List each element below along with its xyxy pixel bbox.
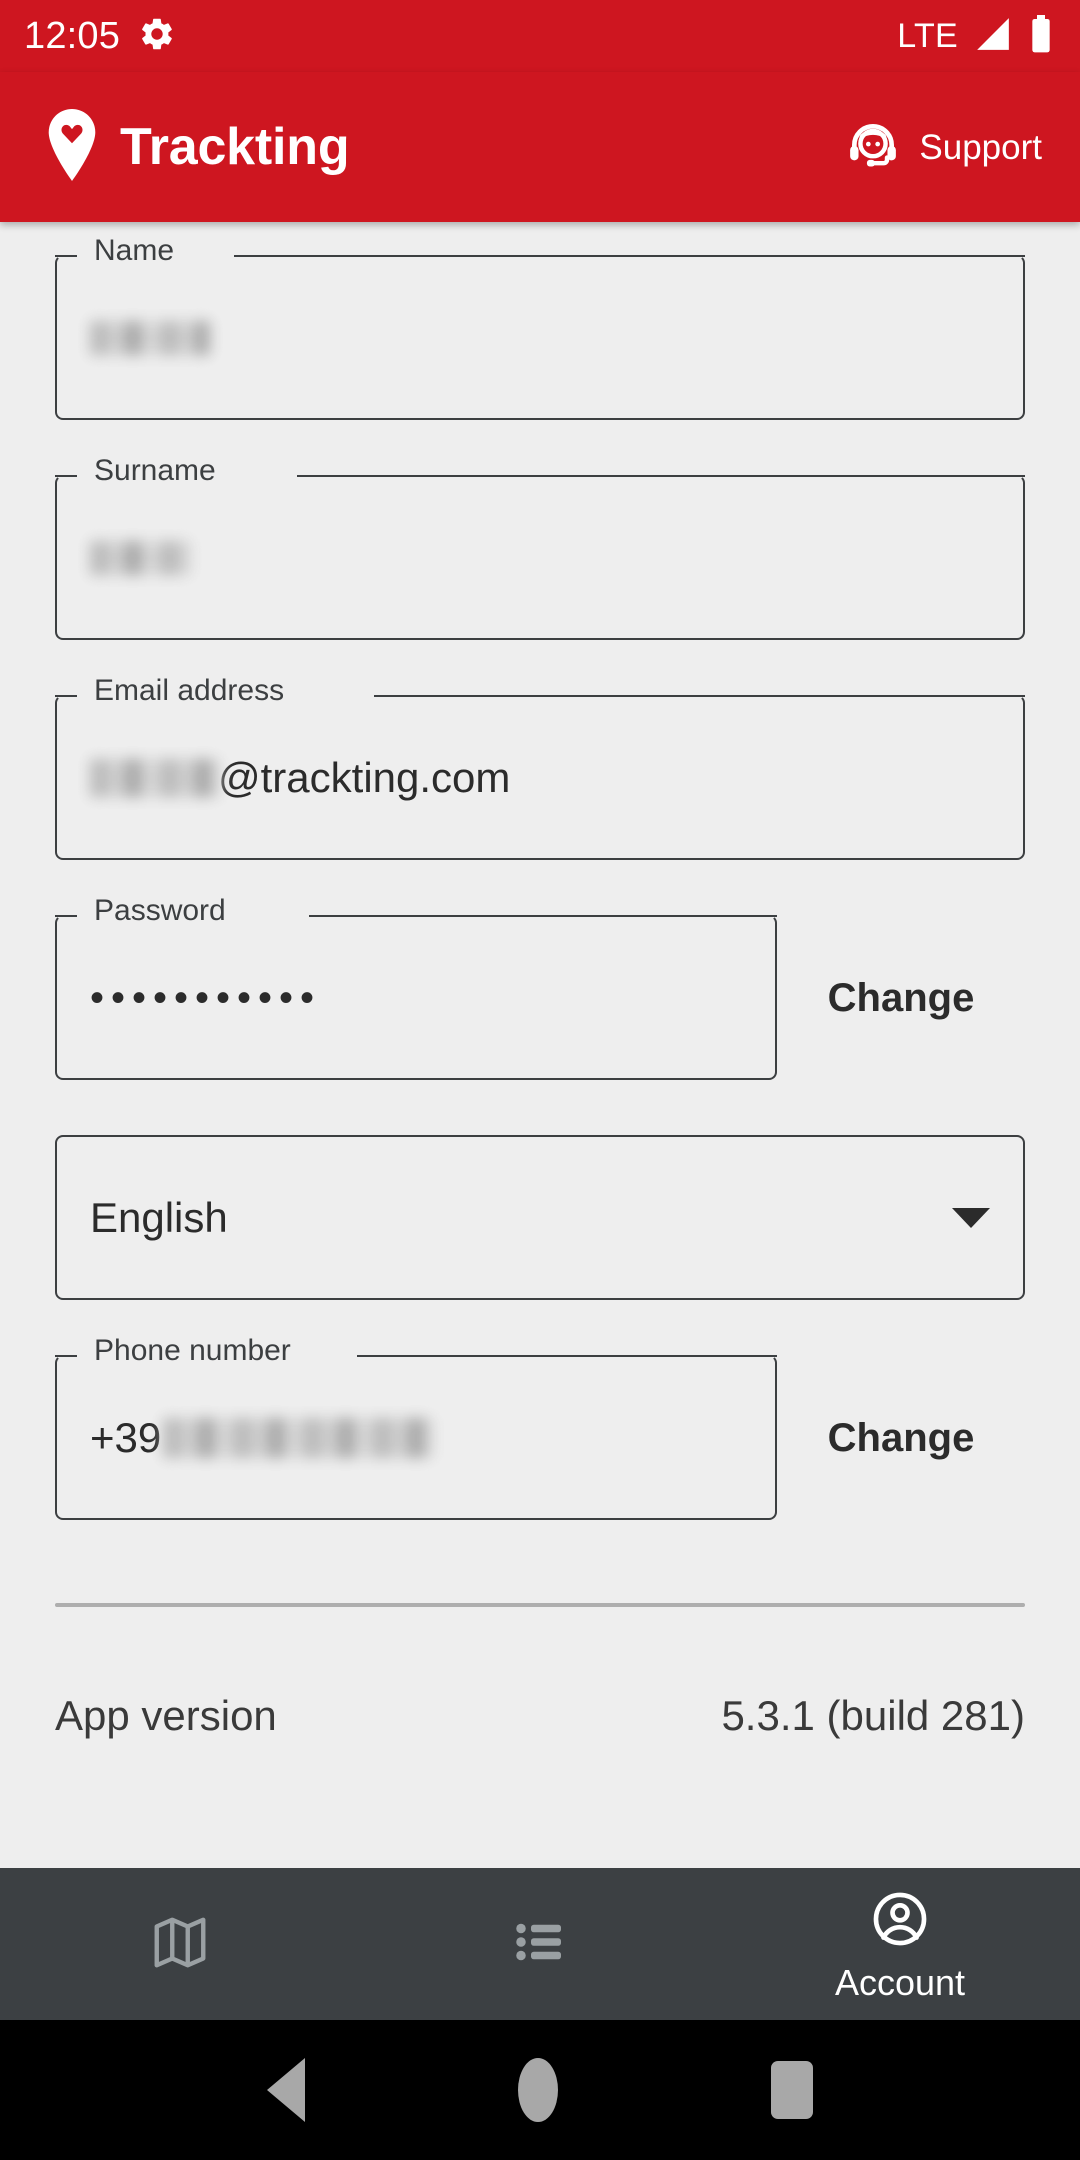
name-field[interactable]: Name xyxy=(55,236,1025,420)
brand: Trackting xyxy=(46,108,350,186)
bottom-navigation: Account xyxy=(0,1868,1080,2020)
email-field[interactable]: Email address @trackting.com xyxy=(55,676,1025,860)
section-divider xyxy=(55,1603,1025,1607)
home-circle-icon[interactable] xyxy=(517,2058,558,2122)
field-row-name: Name xyxy=(55,236,1025,420)
map-pin-heart-icon xyxy=(46,108,98,186)
notch-right xyxy=(374,695,1025,697)
surname-value xyxy=(90,540,190,575)
name-value xyxy=(90,320,210,355)
notch-left xyxy=(55,915,77,917)
notch-left xyxy=(55,475,77,477)
field-row-language: English xyxy=(55,1135,1025,1300)
notch-right xyxy=(297,475,1025,477)
app-version-value: 5.3.1 (build 281) xyxy=(721,1692,1025,1739)
nav-label-account: Account xyxy=(834,1961,966,2003)
network-type-label: LTE xyxy=(897,16,958,55)
support-label: Support xyxy=(919,127,1042,167)
notch-right xyxy=(309,915,777,917)
app-bar: Trackting Support xyxy=(0,72,1080,222)
support-button[interactable]: Support xyxy=(845,117,1054,178)
phone-screen: 12:05 LTE Trackting Support Name Surname… xyxy=(0,0,1080,2160)
nav-item-list[interactable] xyxy=(360,1868,720,2020)
email-label: Email address xyxy=(85,676,294,706)
password-field[interactable]: Password ••••••••••• xyxy=(55,896,777,1080)
app-title: Trackting xyxy=(120,118,350,176)
map-icon xyxy=(149,1911,211,1978)
phone-value: +39 xyxy=(90,1413,434,1461)
notch-right xyxy=(234,255,1025,257)
app-version-label: App version xyxy=(55,1692,277,1739)
field-row-password: Password ••••••••••• Change xyxy=(55,896,1025,1080)
redacted-bar xyxy=(90,758,220,797)
battery-icon xyxy=(1028,14,1054,59)
status-bar-right: LTE xyxy=(897,14,1054,59)
redacted-bar xyxy=(90,540,190,575)
phone-country-prefix: +39 xyxy=(90,1413,162,1461)
phone-field[interactable]: Phone number +39 xyxy=(55,1336,777,1520)
change-phone-button[interactable]: Change xyxy=(777,1418,1025,1458)
account-form: Name Surname Email address @trackting.co… xyxy=(0,222,1080,1868)
field-row-surname: Surname xyxy=(55,456,1025,640)
account-circle-icon xyxy=(869,1888,931,1955)
recents-square-icon[interactable] xyxy=(771,2061,814,2119)
notch-left xyxy=(55,255,77,257)
phone-label: Phone number xyxy=(85,1336,300,1366)
surname-label: Surname xyxy=(85,456,225,486)
nav-item-map[interactable] xyxy=(0,1868,360,2020)
android-system-nav xyxy=(0,2020,1080,2160)
nav-item-account[interactable]: Account xyxy=(720,1868,1080,2020)
field-row-email: Email address @trackting.com xyxy=(55,676,1025,860)
notch-left xyxy=(55,1355,77,1357)
back-triangle-icon[interactable] xyxy=(266,2058,305,2122)
redacted-bar xyxy=(90,320,210,355)
notch-right xyxy=(357,1355,777,1357)
status-bar: 12:05 LTE xyxy=(0,0,1080,72)
notch-left xyxy=(55,695,77,697)
status-clock: 12:05 xyxy=(24,15,121,57)
field-row-phone: Phone number +39 Change xyxy=(55,1336,1025,1520)
chevron-down-icon xyxy=(952,1207,990,1228)
email-domain: @trackting.com xyxy=(218,753,511,801)
change-password-button[interactable]: Change xyxy=(777,978,1025,1018)
list-icon xyxy=(510,1912,570,1977)
name-label: Name xyxy=(85,236,184,266)
email-value: @trackting.com xyxy=(90,753,511,801)
password-value: ••••••••••• xyxy=(90,975,322,1020)
password-label: Password xyxy=(85,896,235,926)
gear-icon xyxy=(138,15,176,58)
app-version-row: App version 5.3.1 (build 281) xyxy=(55,1695,1025,1737)
signal-bars-icon xyxy=(972,15,1014,58)
headset-support-icon xyxy=(845,117,901,178)
status-bar-left: 12:05 xyxy=(24,15,176,58)
redacted-bar xyxy=(163,1417,434,1458)
language-select[interactable]: English xyxy=(55,1135,1025,1300)
language-selected-value: English xyxy=(90,1193,228,1241)
surname-field[interactable]: Surname xyxy=(55,456,1025,640)
